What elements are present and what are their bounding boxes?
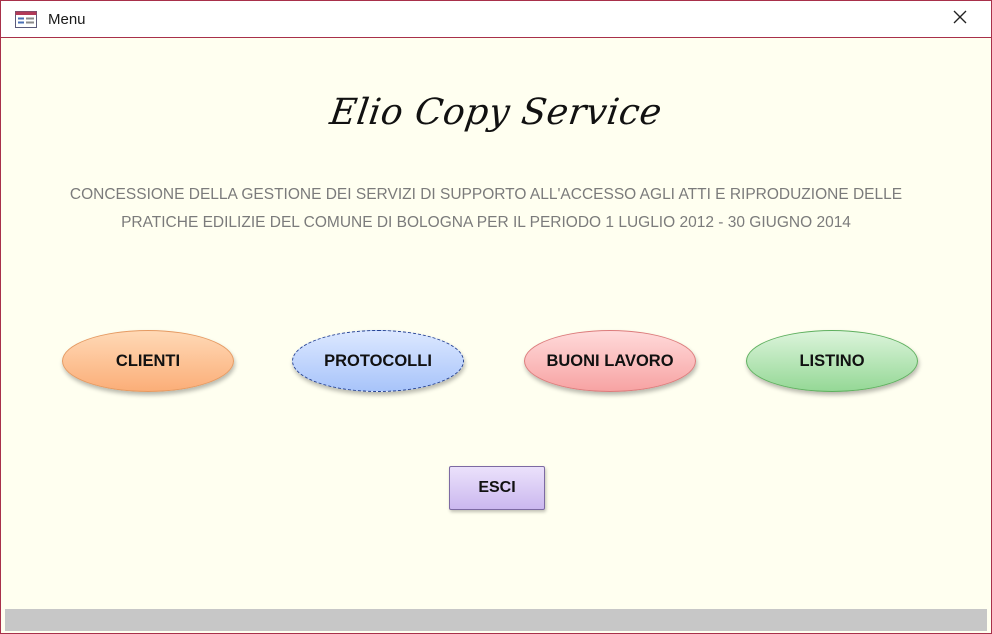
buoni-lavoro-button[interactable]: BUONI LAVORO xyxy=(524,330,696,392)
menu-window: Menu Elio Copy Service CONCESSIONE DELLA… xyxy=(0,0,992,634)
brand-title: Elio Copy Service xyxy=(327,92,665,133)
close-button[interactable] xyxy=(941,1,979,37)
concession-description: CONCESSIONE DELLA GESTIONE DEI SERVIZI D… xyxy=(61,181,911,237)
form-icon xyxy=(15,11,37,28)
description-line-2: PRATICHE EDILIZIE DEL COMUNE DI BOLOGNA … xyxy=(121,214,851,231)
window-title: Menu xyxy=(48,11,86,28)
listino-button[interactable]: LISTINO xyxy=(746,330,918,392)
description-line-1: CONCESSIONE DELLA GESTIONE DEI SERVIZI D… xyxy=(69,186,903,203)
title-bar: Menu xyxy=(1,1,991,38)
protocolli-button[interactable]: PROTOCOLLI xyxy=(292,330,464,392)
status-bar xyxy=(5,609,987,631)
esci-button[interactable]: ESCI xyxy=(449,466,545,510)
clienti-button[interactable]: CLIENTI xyxy=(62,330,234,392)
close-icon xyxy=(953,10,967,29)
menu-form: Elio Copy Service CONCESSIONE DELLA GEST… xyxy=(1,38,991,608)
